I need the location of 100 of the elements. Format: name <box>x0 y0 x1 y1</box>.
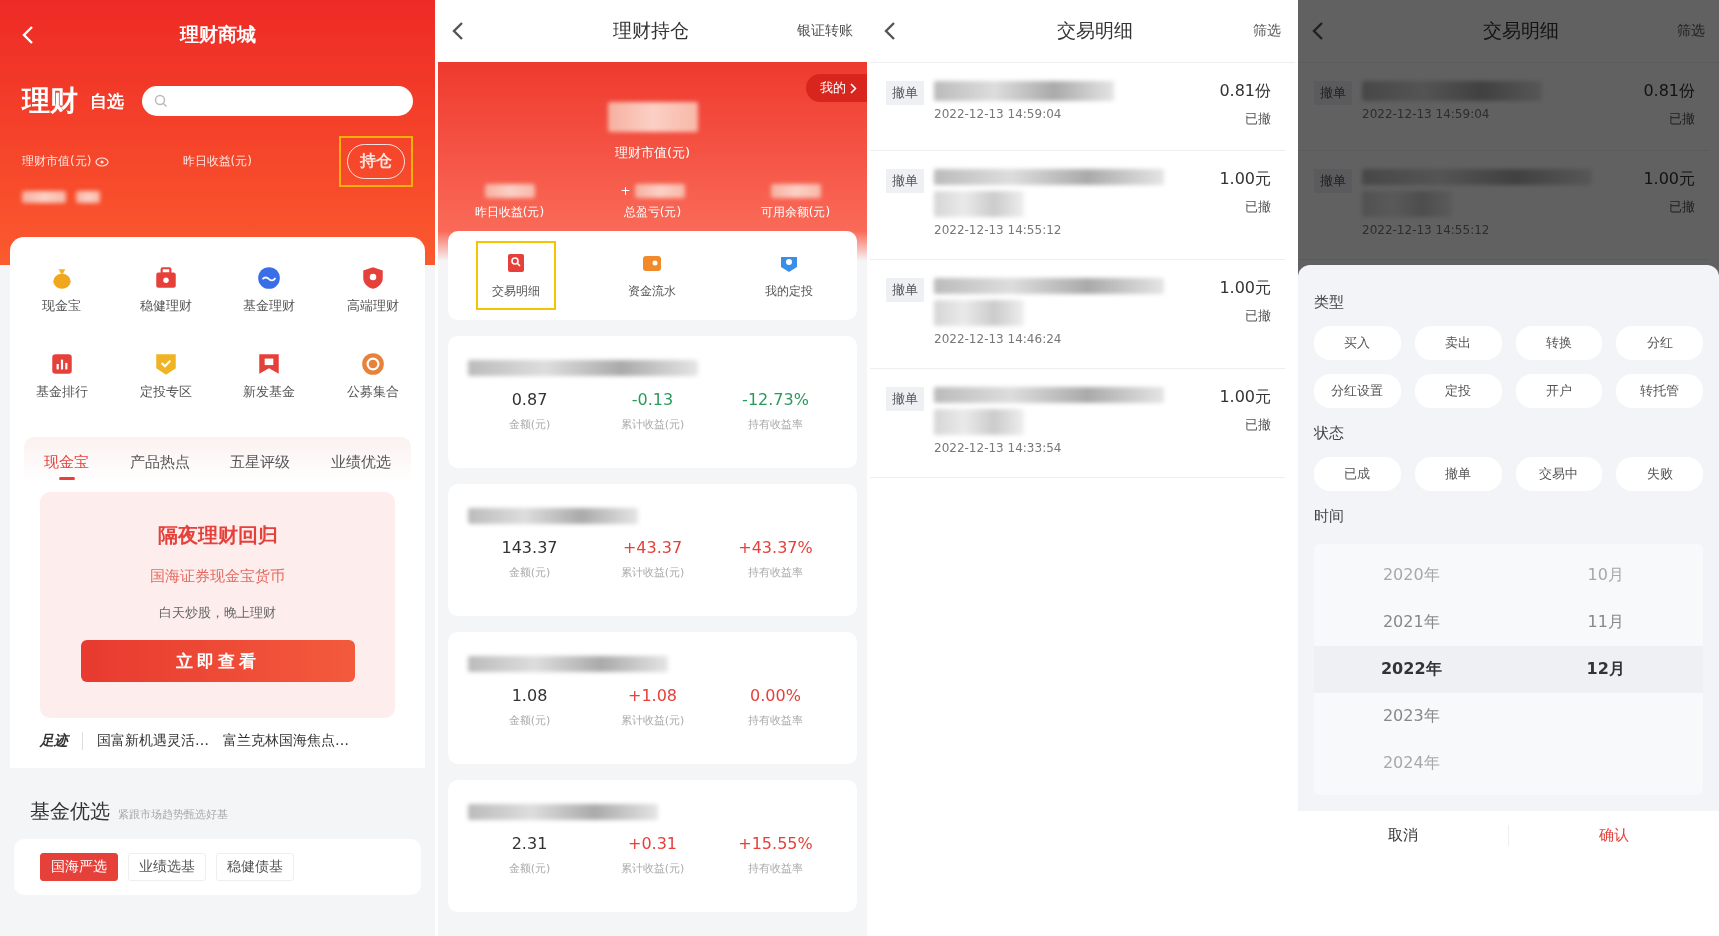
position-card[interactable]: 2.31 +0.31 +15.55% 金额(元) 累计收益(元) 持有收益率 <box>448 780 857 912</box>
type-chip[interactable]: 分红设置 <box>1314 374 1401 408</box>
shortcut-item[interactable]: 高端理财 <box>321 265 425 315</box>
amount-value: 2.31 <box>510 834 549 853</box>
bank-transfer-link[interactable]: 银证转账 <box>797 22 853 40</box>
eye-icon[interactable] <box>95 156 110 167</box>
status-chip[interactable]: 失败 <box>1616 457 1703 491</box>
search-field[interactable] <box>142 86 413 116</box>
month-option[interactable]: 11月 <box>1508 599 1703 646</box>
transaction-status: 已撤 <box>1669 110 1695 128</box>
time-label: 时间 <box>1314 507 1345 526</box>
type-chip[interactable]: 转换 <box>1515 326 1603 360</box>
profit-value: +1.08 <box>627 686 678 705</box>
fund-link[interactable]: 国富新机遇灵活… <box>97 732 209 750</box>
type-chip[interactable]: 买入 <box>1314 326 1401 360</box>
status-chip[interactable]: 已成 <box>1314 457 1401 491</box>
shortcut-item[interactable]: 现金宝 <box>10 265 114 315</box>
market-value-label: 理财市值(元) <box>614 144 691 162</box>
status-chip[interactable]: 交易中 <box>1515 457 1603 491</box>
transaction-amount: 0.81份 <box>1643 81 1695 102</box>
amount-value: 1.08 <box>510 686 549 705</box>
profit-value: +43.37 <box>621 538 684 557</box>
fund-tab[interactable]: 稳健债基 <box>216 853 294 881</box>
type-chip[interactable]: 定投 <box>1414 374 1502 408</box>
blurred-value <box>484 184 535 198</box>
shortcut-item[interactable]: 新发基金 <box>217 351 322 401</box>
yesterday-earnings-label: 昨日收益(元) <box>182 153 252 170</box>
market-value-label: 理财市值(元) <box>22 153 92 170</box>
status-chip[interactable]: 撤单 <box>1414 457 1502 491</box>
fund-tab[interactable]: 业绩选基 <box>128 853 206 881</box>
confirm-button[interactable]: 确认 <box>1508 825 1719 846</box>
position-card[interactable]: 143.37 +43.37 +43.37% 金额(元) 累计收益(元) 持有收益率 <box>448 484 857 616</box>
return-rate-value: +15.55% <box>737 834 814 853</box>
fund-link[interactable]: 富兰克林国海焦点… <box>223 732 349 750</box>
stat-label: 昨日收益(元) <box>474 204 545 221</box>
return-rate-value: -12.73% <box>741 390 810 409</box>
amount-label: 金额(元) <box>507 417 552 432</box>
type-chip[interactable]: 卖出 <box>1414 326 1502 360</box>
type-chip[interactable]: 开户 <box>1515 374 1603 408</box>
transaction-time: 2022-12-13 14:33:54 <box>934 441 1063 455</box>
order-type-tag: 撤单 <box>1314 81 1352 105</box>
sign-prefix: + <box>620 184 631 198</box>
transaction-time: 2022-12-13 14:59:04 <box>934 107 1063 121</box>
return-rate-label: 持有收益率 <box>747 713 804 728</box>
transaction-status: 已撤 <box>1245 110 1271 128</box>
return-rate-value: +43.37% <box>737 538 814 557</box>
blurred-value <box>76 191 100 203</box>
product-tab[interactable]: 业绩优选 <box>326 447 395 482</box>
product-tab[interactable]: 现金宝 <box>40 447 94 482</box>
transaction-status: 已撤 <box>1245 198 1271 216</box>
promo-title: 隔夜理财回归 <box>157 522 278 549</box>
amount-value: 143.37 <box>500 538 559 557</box>
profit-label: 累计收益(元) <box>619 713 686 728</box>
view-now-button[interactable]: 立即查看 <box>80 640 355 682</box>
transaction-amount: 1.00元 <box>1219 387 1271 408</box>
order-type-tag: 撤单 <box>886 169 924 193</box>
page-title: 理财持仓 <box>611 18 690 43</box>
profit-label: 累计收益(元) <box>619 565 686 580</box>
search-icon <box>154 94 168 108</box>
quick-action[interactable]: 我的定投 <box>748 241 829 310</box>
shortcut-item[interactable]: 基金理财 <box>217 265 322 315</box>
footprint-logo: 足迹 <box>40 732 83 750</box>
return-rate-label: 持有收益率 <box>747 565 804 580</box>
shortcut-item[interactable]: 公募集合 <box>321 351 425 401</box>
position-card[interactable]: 1.08 +1.08 0.00% 金额(元) 累计收益(元) 持有收益率 <box>448 632 857 764</box>
back-icon[interactable] <box>452 21 464 41</box>
section-heading: 理财 <box>22 83 78 119</box>
shortcut-item[interactable]: 稳健理财 <box>113 265 218 315</box>
filter-link[interactable]: 筛选 <box>1253 22 1281 40</box>
amount-label: 金额(元) <box>507 565 552 580</box>
transaction-time: 2022-12-13 14:55:12 <box>934 223 1063 237</box>
stat-label: 总盈亏(元) <box>623 204 682 221</box>
position-card[interactable]: 0.87 -0.13 -12.73% 金额(元) 累计收益(元) 持有收益率 <box>448 336 857 468</box>
quick-action[interactable]: 资金流水 <box>612 241 693 310</box>
order-type-tag: 撤单 <box>886 387 924 411</box>
type-chip[interactable]: 转托管 <box>1616 374 1703 408</box>
cancel-button[interactable]: 取消 <box>1298 825 1508 846</box>
mine-button[interactable]: 我的 <box>806 74 867 102</box>
back-icon[interactable] <box>884 21 896 41</box>
product-tab[interactable]: 五星评级 <box>226 447 295 482</box>
section-subtitle: 紧跟市场趋势甄选好基 <box>118 807 228 822</box>
transaction-amount: 0.81份 <box>1219 81 1271 102</box>
shortcut-item[interactable]: 定投专区 <box>113 351 218 401</box>
profit-label: 累计收益(元) <box>619 861 686 876</box>
transaction-status: 已撤 <box>1669 198 1695 216</box>
year-option[interactable]: 2022年 <box>1314 646 1509 693</box>
product-tab[interactable]: 产品热点 <box>125 447 194 482</box>
transaction-amount: 1.00元 <box>1219 278 1271 299</box>
type-chip[interactable]: 分红 <box>1616 326 1703 360</box>
page-title: 理财商城 <box>178 22 257 47</box>
shortcut-item[interactable]: 基金排行 <box>10 351 114 401</box>
month-option[interactable]: 12月 <box>1508 646 1703 693</box>
status-label: 状态 <box>1314 424 1345 443</box>
transaction-amount: 1.00元 <box>1643 169 1695 190</box>
fund-tab[interactable]: 国海严选 <box>40 853 118 881</box>
quick-action[interactable]: 交易明细 <box>476 241 557 310</box>
date-picker[interactable]: 2020年 2021年 2022年 2023年 2024年 10月 11月 12月 <box>1314 544 1703 795</box>
watchlist-tab[interactable]: 自选 <box>90 89 124 113</box>
promo-slogan: 白天炒股，晚上理财 <box>159 604 276 622</box>
amount-value: 0.87 <box>510 390 549 409</box>
